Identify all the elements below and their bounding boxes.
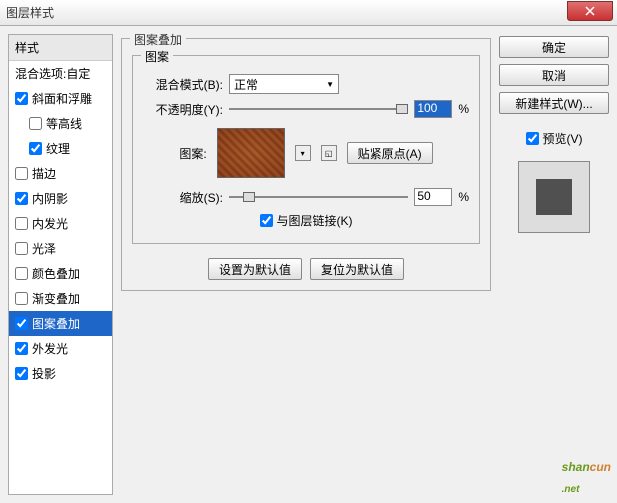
opacity-slider[interactable] bbox=[229, 102, 408, 116]
snap-origin-button[interactable]: 贴紧原点(A) bbox=[347, 142, 433, 164]
opacity-label: 不透明度(Y): bbox=[143, 101, 223, 118]
style-item-label: 内阴影 bbox=[32, 190, 68, 207]
style-item-label: 描边 bbox=[32, 165, 56, 182]
scale-slider[interactable] bbox=[229, 190, 408, 204]
cancel-button[interactable]: 取消 bbox=[499, 64, 609, 86]
style-item-label: 颜色叠加 bbox=[32, 265, 80, 282]
pattern-label: 图案: bbox=[179, 145, 206, 162]
pattern-group: 图案 混合模式(B): 正常 ▼ 不透明度(Y): 100 % bbox=[132, 55, 480, 244]
center-panel: 图案叠加 图案 混合模式(B): 正常 ▼ 不透明度(Y): 100 bbox=[121, 34, 491, 495]
style-item[interactable]: 图案叠加 bbox=[9, 311, 112, 336]
group-legend: 图案叠加 bbox=[130, 31, 186, 48]
style-item[interactable]: 描边 bbox=[9, 161, 112, 186]
style-item-label: 光泽 bbox=[32, 240, 56, 257]
style-item-label: 等高线 bbox=[46, 115, 82, 132]
ok-button[interactable]: 确定 bbox=[499, 36, 609, 58]
set-default-button[interactable]: 设置为默认值 bbox=[208, 258, 302, 280]
style-item[interactable]: 颜色叠加 bbox=[9, 261, 112, 286]
preview-label: 预览(V) bbox=[543, 130, 583, 147]
style-item-checkbox[interactable] bbox=[15, 367, 28, 380]
style-item-label: 纹理 bbox=[46, 140, 70, 157]
scale-label: 缩放(S): bbox=[143, 189, 223, 206]
style-item[interactable]: 光泽 bbox=[9, 236, 112, 261]
pattern-swatch[interactable] bbox=[217, 128, 285, 178]
pattern-overlay-group: 图案叠加 图案 混合模式(B): 正常 ▼ 不透明度(Y): 100 bbox=[121, 38, 491, 291]
style-item-checkbox[interactable] bbox=[15, 242, 28, 255]
new-preset-button[interactable]: ◱ bbox=[321, 145, 337, 161]
reset-default-button[interactable]: 复位为默认值 bbox=[310, 258, 404, 280]
style-item-label: 外发光 bbox=[32, 340, 68, 357]
style-item-checkbox[interactable] bbox=[15, 217, 28, 230]
new-style-button[interactable]: 新建样式(W)... bbox=[499, 92, 609, 114]
window-title: 图层样式 bbox=[6, 4, 54, 21]
style-item-label: 内发光 bbox=[32, 215, 68, 232]
style-item[interactable]: 斜面和浮雕 bbox=[9, 86, 112, 111]
close-icon bbox=[585, 6, 595, 16]
preview-checkbox[interactable] bbox=[526, 132, 539, 145]
right-panel: 确定 取消 新建样式(W)... 预览(V) bbox=[499, 34, 609, 495]
blend-mode-select[interactable]: 正常 ▼ bbox=[229, 74, 339, 94]
link-layer-checkbox[interactable] bbox=[260, 214, 273, 227]
style-item[interactable]: 等高线 bbox=[9, 111, 112, 136]
style-item-checkbox[interactable] bbox=[29, 142, 42, 155]
link-layer-label: 与图层链接(K) bbox=[277, 212, 353, 229]
style-item-checkbox[interactable] bbox=[15, 192, 28, 205]
pattern-legend: 图案 bbox=[141, 48, 173, 65]
style-item[interactable]: 外发光 bbox=[9, 336, 112, 361]
styles-header: 样式 bbox=[9, 35, 112, 61]
style-item-label: 斜面和浮雕 bbox=[32, 90, 92, 107]
opacity-input[interactable]: 100 bbox=[414, 100, 452, 118]
titlebar: 图层样式 bbox=[0, 0, 617, 26]
style-item-checkbox[interactable] bbox=[15, 167, 28, 180]
styles-list: 样式 混合选项:自定 斜面和浮雕等高线纹理描边内阴影内发光光泽颜色叠加渐变叠加图… bbox=[8, 34, 113, 495]
blend-options-row[interactable]: 混合选项:自定 bbox=[9, 61, 112, 86]
style-item-checkbox[interactable] bbox=[15, 92, 28, 105]
style-item-label: 渐变叠加 bbox=[32, 290, 80, 307]
style-item-checkbox[interactable] bbox=[15, 292, 28, 305]
style-item-checkbox[interactable] bbox=[29, 117, 42, 130]
percent-label-2: % bbox=[458, 190, 469, 204]
style-item-checkbox[interactable] bbox=[15, 267, 28, 280]
style-item[interactable]: 渐变叠加 bbox=[9, 286, 112, 311]
preview-box bbox=[518, 161, 590, 233]
close-button[interactable] bbox=[567, 1, 613, 21]
style-item-label: 投影 bbox=[32, 365, 56, 382]
chevron-down-icon: ▼ bbox=[326, 80, 334, 89]
blend-mode-label: 混合模式(B): bbox=[143, 76, 223, 93]
pattern-dropdown-button[interactable]: ▾ bbox=[295, 145, 311, 161]
style-item-checkbox[interactable] bbox=[15, 317, 28, 330]
style-item-label: 图案叠加 bbox=[32, 315, 80, 332]
scale-input[interactable]: 50 bbox=[414, 188, 452, 206]
style-item-checkbox[interactable] bbox=[15, 342, 28, 355]
style-item[interactable]: 内阴影 bbox=[9, 186, 112, 211]
percent-label: % bbox=[458, 102, 469, 116]
style-item[interactable]: 纹理 bbox=[9, 136, 112, 161]
style-item[interactable]: 投影 bbox=[9, 361, 112, 386]
style-item[interactable]: 内发光 bbox=[9, 211, 112, 236]
